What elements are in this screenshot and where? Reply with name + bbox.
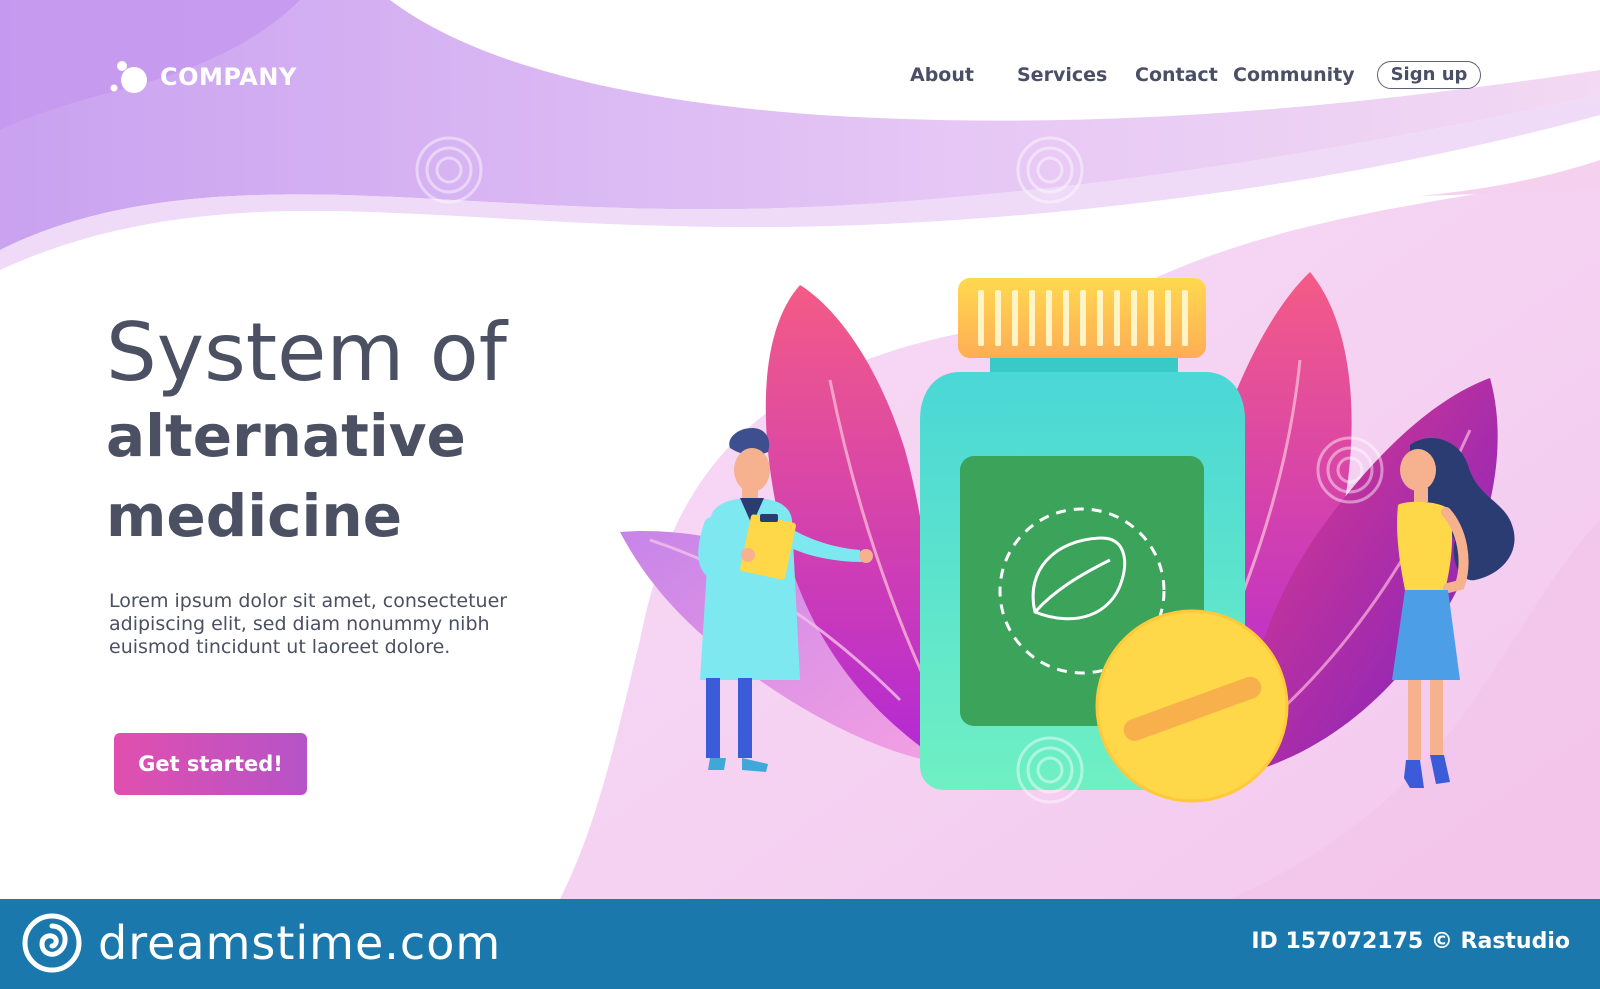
footer-image-id: ID 157072175 © Rastudio [1251, 929, 1570, 954]
hero-description-line3: euismod tincidunt ut laoreet dolore. [109, 636, 451, 658]
nav-item-contact[interactable]: Contact [1135, 58, 1218, 92]
hero-title-line2: alternative [106, 402, 466, 470]
hero-title-line3: medicine [106, 482, 403, 550]
hero-description: Lorem ipsum dolor sit amet, consectetuer… [109, 590, 529, 659]
hero-description-line2: adipiscing elit, sed diam nonummy nibh [109, 613, 490, 635]
nav-item-community[interactable]: Community [1233, 58, 1355, 92]
footer-bar: dreamstime.com ID 157072175 © Rastudio [0, 899, 1600, 989]
hero-description-line1: Lorem ipsum dolor sit amet, consectetuer [109, 590, 508, 612]
spiral-logo-icon [22, 913, 82, 973]
get-started-button[interactable]: Get started! [114, 733, 307, 795]
nav-item-about[interactable]: About [910, 58, 974, 92]
footer-logo[interactable]: dreamstime.com [22, 913, 501, 973]
footer-site-name: dreamstime.com [98, 916, 502, 970]
hero-title-line1: System of [106, 306, 507, 399]
top-nav: About Services Contact Community [0, 58, 1600, 92]
signup-button[interactable]: Sign up [1377, 61, 1481, 89]
nav-item-services[interactable]: Services [1017, 58, 1107, 92]
